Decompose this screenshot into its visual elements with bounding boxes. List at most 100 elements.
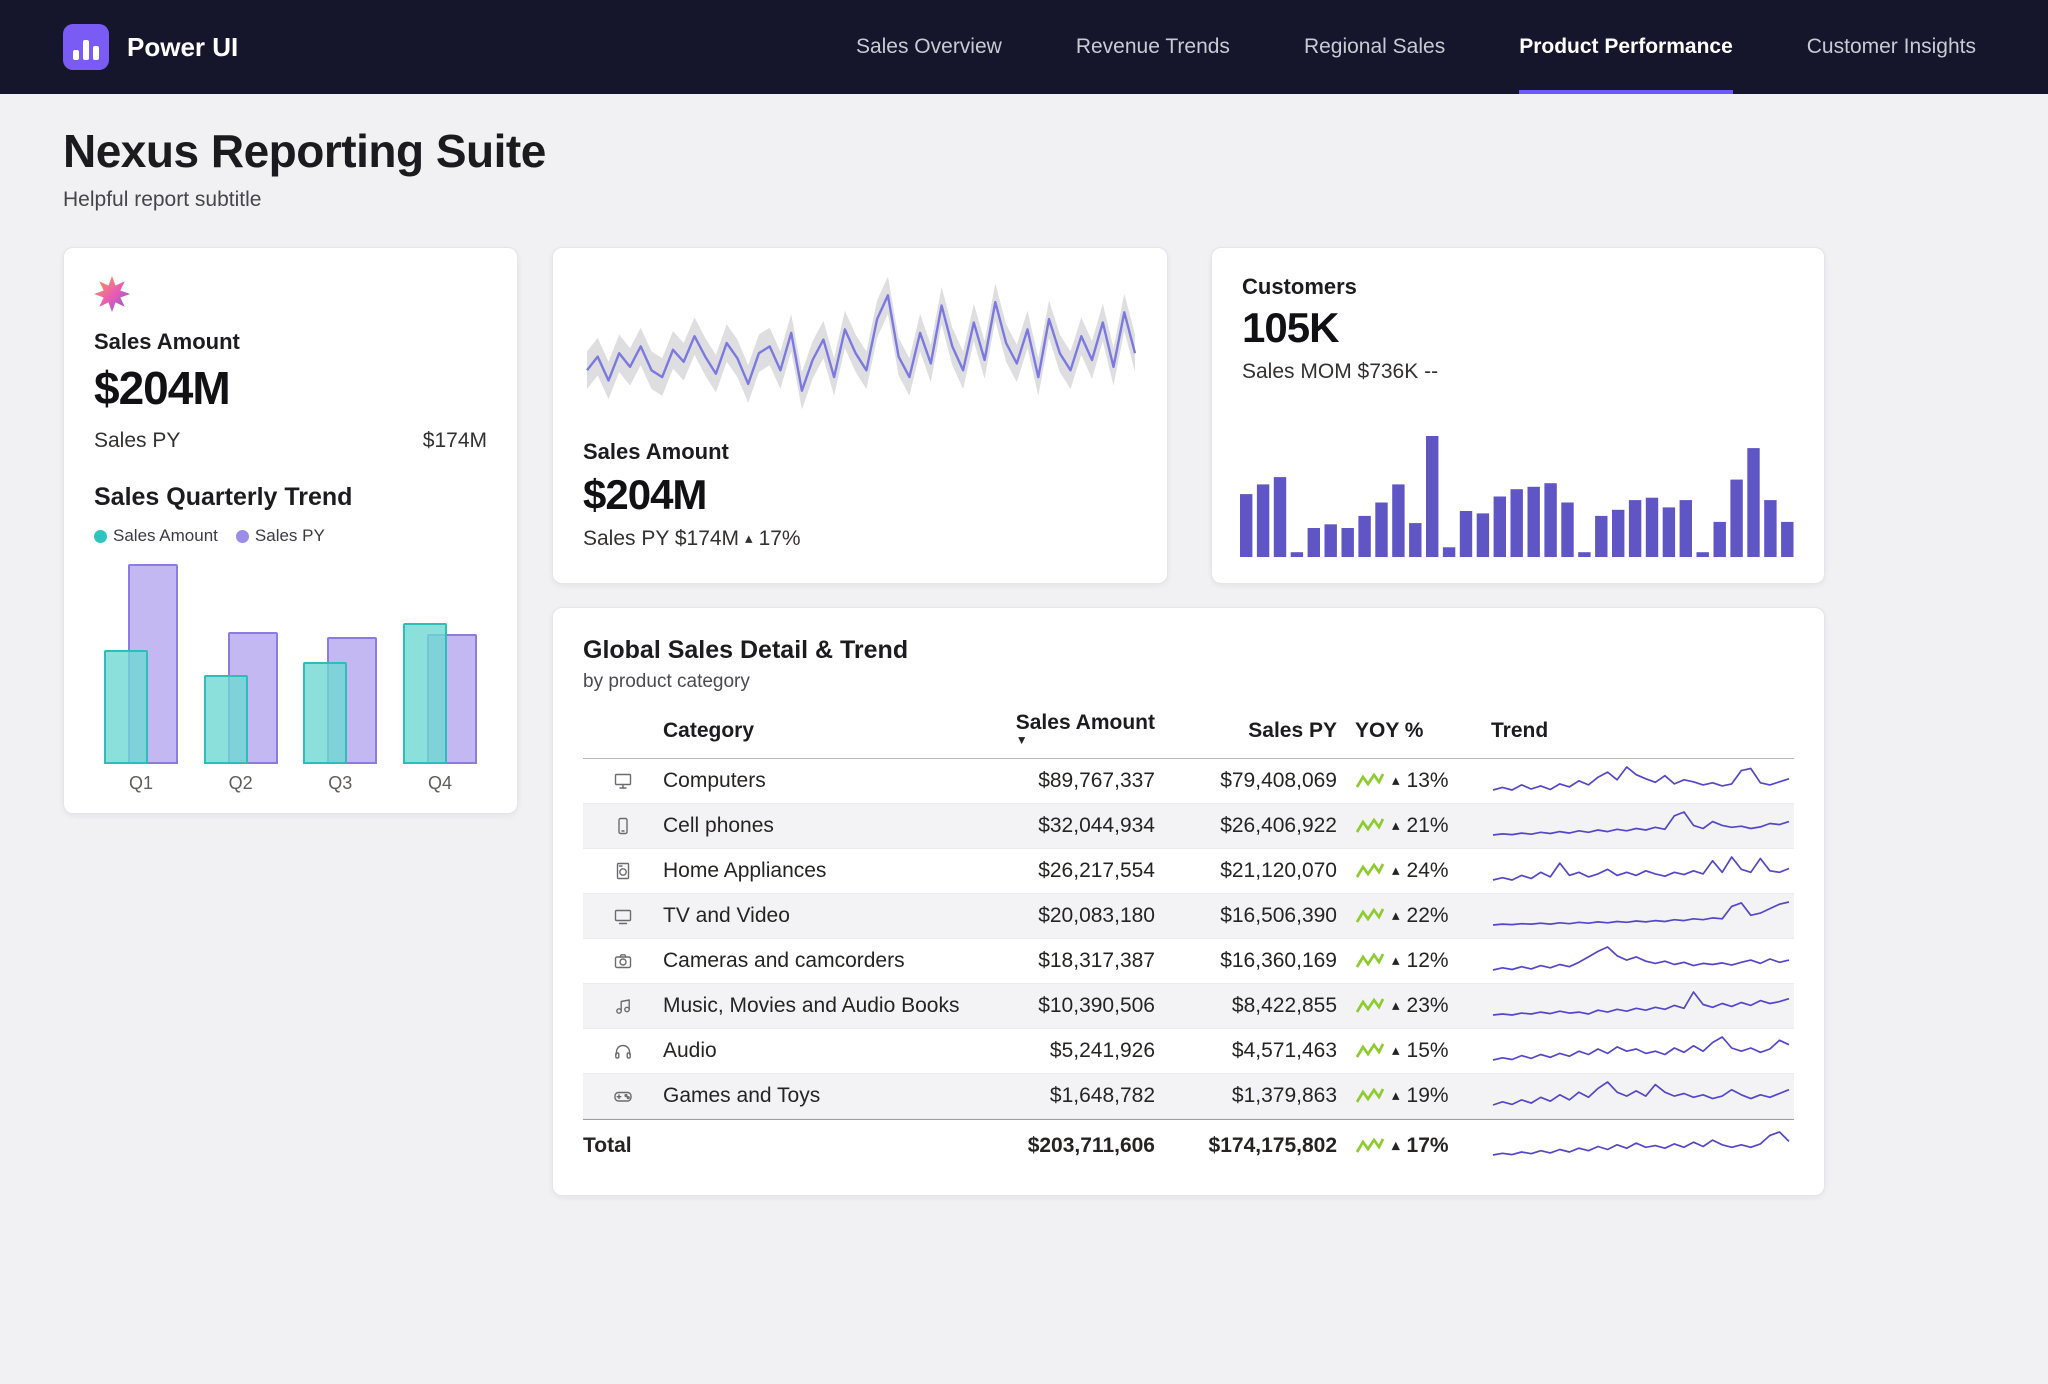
sales-amount-cell: $18,317,387 <box>963 949 1155 973</box>
table-row-cameras[interactable]: Cameras and camcorders $18,317,387 $16,3… <box>583 939 1794 984</box>
sales-amount-label: Sales Amount <box>583 439 1137 465</box>
game-controller-icon <box>583 1086 663 1106</box>
sales-amount-cell: $32,044,934 <box>963 814 1155 838</box>
up-arrow-icon: ▴ <box>1392 1041 1400 1059</box>
washing-machine-icon <box>583 861 663 881</box>
chart-legend: Sales Amount Sales PY <box>94 526 487 546</box>
yoy-cell: ▴ 19% <box>1337 1084 1477 1108</box>
music-note-icon <box>583 996 663 1016</box>
nav-product-performance[interactable]: Product Performance <box>1519 0 1733 94</box>
total-sales-amount: $203,711,606 <box>963 1134 1155 1158</box>
yoy-cell: ▴ 12% <box>1337 949 1477 973</box>
nav-regional-sales[interactable]: Regional Sales <box>1304 0 1445 94</box>
teal-dot-icon <box>94 530 107 543</box>
sales-py-cell: $16,360,169 <box>1155 949 1337 973</box>
yoy-cell: ▴ 23% <box>1337 994 1477 1018</box>
sort-desc-icon: ▼ <box>1016 735 1155 745</box>
yoy-zigzag-icon <box>1355 1087 1385 1105</box>
header-trend[interactable]: Trend <box>1477 719 1794 743</box>
table-row-home-appliances[interactable]: Home Appliances $26,217,554 $21,120,070 … <box>583 849 1794 894</box>
nav-revenue-trends[interactable]: Revenue Trends <box>1076 0 1230 94</box>
trend-sparkline <box>1491 808 1791 838</box>
table-row-audio[interactable]: Audio $5,241,926 $4,571,463 ▴ 15% <box>583 1029 1794 1074</box>
yoy-zigzag-icon <box>1355 862 1385 880</box>
sales-amount-value: $204M <box>583 471 1137 519</box>
header-category[interactable]: Category <box>663 719 963 743</box>
up-arrow-icon: ▴ <box>745 529 753 547</box>
sales-amount-value: $204M <box>94 361 487 415</box>
yoy-cell: ▴ 21% <box>1337 814 1477 838</box>
quarterly-trend-title: Sales Quarterly Trend <box>94 483 487 512</box>
trend-sparkline <box>1491 1033 1791 1063</box>
brand: Power UI <box>63 24 238 70</box>
total-label: Total <box>583 1134 963 1158</box>
total-trend-cell <box>1477 1128 1794 1164</box>
sales-py-cell: $4,571,463 <box>1155 1039 1337 1063</box>
category-cell: Music, Movies and Audio Books <box>663 994 963 1018</box>
up-arrow-icon: ▴ <box>1392 1086 1400 1104</box>
header-sales-py[interactable]: Sales PY <box>1155 719 1337 743</box>
table-row-music-movies[interactable]: Music, Movies and Audio Books $10,390,50… <box>583 984 1794 1029</box>
yoy-zigzag-icon <box>1355 997 1385 1015</box>
table-row-computers[interactable]: Computers $89,767,337 $79,408,069 ▴ 13% <box>583 759 1794 804</box>
sales-amount-cell: $1,648,782 <box>963 1084 1155 1108</box>
sales-mom-text: Sales MOM $736K -- <box>1242 360 1794 384</box>
sales-amount-cell: $5,241,926 <box>963 1039 1155 1063</box>
sales-py-cell: $79,408,069 <box>1155 769 1337 793</box>
yoy-zigzag-icon <box>1355 772 1385 790</box>
camera-icon <box>583 951 663 971</box>
sales-amount-cell: $26,217,554 <box>963 859 1155 883</box>
table-subtitle: by product category <box>583 671 1794 693</box>
purple-dot-icon <box>236 530 249 543</box>
trend-cell <box>1477 943 1794 979</box>
up-arrow-icon: ▴ <box>1392 861 1400 879</box>
header-sales-amount[interactable]: Sales Amount ▼ <box>963 711 1155 750</box>
up-arrow-icon: ▴ <box>1392 1136 1400 1154</box>
trend-cell <box>1477 988 1794 1024</box>
trend-cell <box>1477 898 1794 934</box>
table-row-tv-and-video[interactable]: TV and Video $20,083,180 $16,506,390 ▴ 2… <box>583 894 1794 939</box>
yoy-zigzag-icon <box>1355 952 1385 970</box>
up-arrow-icon: ▴ <box>1392 771 1400 789</box>
yoy-zigzag-icon <box>1355 1137 1385 1155</box>
total-sales-py: $174,175,802 <box>1155 1134 1337 1158</box>
header-yoy[interactable]: YOY % <box>1337 719 1477 743</box>
table-header: Category Sales Amount ▼ Sales PY YOY % T… <box>583 703 1794 759</box>
nav-sales-overview[interactable]: Sales Overview <box>856 0 1002 94</box>
trend-cell <box>1477 853 1794 889</box>
sales-trend-line-chart[interactable] <box>583 268 1139 418</box>
category-cell: Computers <box>663 769 963 793</box>
yoy-cell: ▴ 15% <box>1337 1039 1477 1063</box>
table-row-cell-phones[interactable]: Cell phones $32,044,934 $26,406,922 ▴ 21… <box>583 804 1794 849</box>
yoy-zigzag-icon <box>1355 907 1385 925</box>
quarterly-bar-chart[interactable]: Q1Q2Q3Q4 <box>94 562 487 794</box>
sales-kpi-card: Sales Amount $204M Sales PY $174M Sales … <box>63 247 518 814</box>
customers-bar-chart[interactable] <box>1240 432 1798 557</box>
trend-sparkline <box>1491 853 1791 883</box>
table-row-games-and-toys[interactable]: Games and Toys $1,648,782 $1,379,863 ▴ 1… <box>583 1074 1794 1119</box>
trend-sparkline <box>1491 1078 1791 1108</box>
yoy-cell: ▴ 22% <box>1337 904 1477 928</box>
trend-cell <box>1477 763 1794 799</box>
sales-trend-card: Sales Amount $204M Sales PY $174M ▴ 17% <box>552 247 1168 584</box>
table-total-row[interactable]: Total $203,711,606 $174,175,802 ▴ 17% <box>583 1119 1794 1171</box>
trend-cell <box>1477 1033 1794 1069</box>
yoy-cell: ▴ 24% <box>1337 859 1477 883</box>
yoy-zigzag-icon <box>1355 817 1385 835</box>
sales-amount-cell: $89,767,337 <box>963 769 1155 793</box>
sales-amount-label: Sales Amount <box>94 329 487 355</box>
trend-sparkline <box>1491 763 1791 793</box>
sales-amount-cell: $10,390,506 <box>963 994 1155 1018</box>
sales-py-row: Sales PY $174M <box>94 429 487 453</box>
trend-sparkline <box>1491 943 1791 973</box>
customers-value: 105K <box>1242 304 1794 352</box>
yoy-zigzag-icon <box>1355 1042 1385 1060</box>
sales-py-cell: $16,506,390 <box>1155 904 1337 928</box>
sales-py-label: Sales PY <box>94 429 180 453</box>
trend-cell <box>1477 808 1794 844</box>
sales-detail-table-card: Global Sales Detail & Trend by product c… <box>552 607 1825 1196</box>
trend-sparkline <box>1491 898 1791 928</box>
category-cell: Cell phones <box>663 814 963 838</box>
top-nav: Power UI Sales Overview Revenue Trends R… <box>0 0 2048 94</box>
nav-customer-insights[interactable]: Customer Insights <box>1807 0 1976 94</box>
